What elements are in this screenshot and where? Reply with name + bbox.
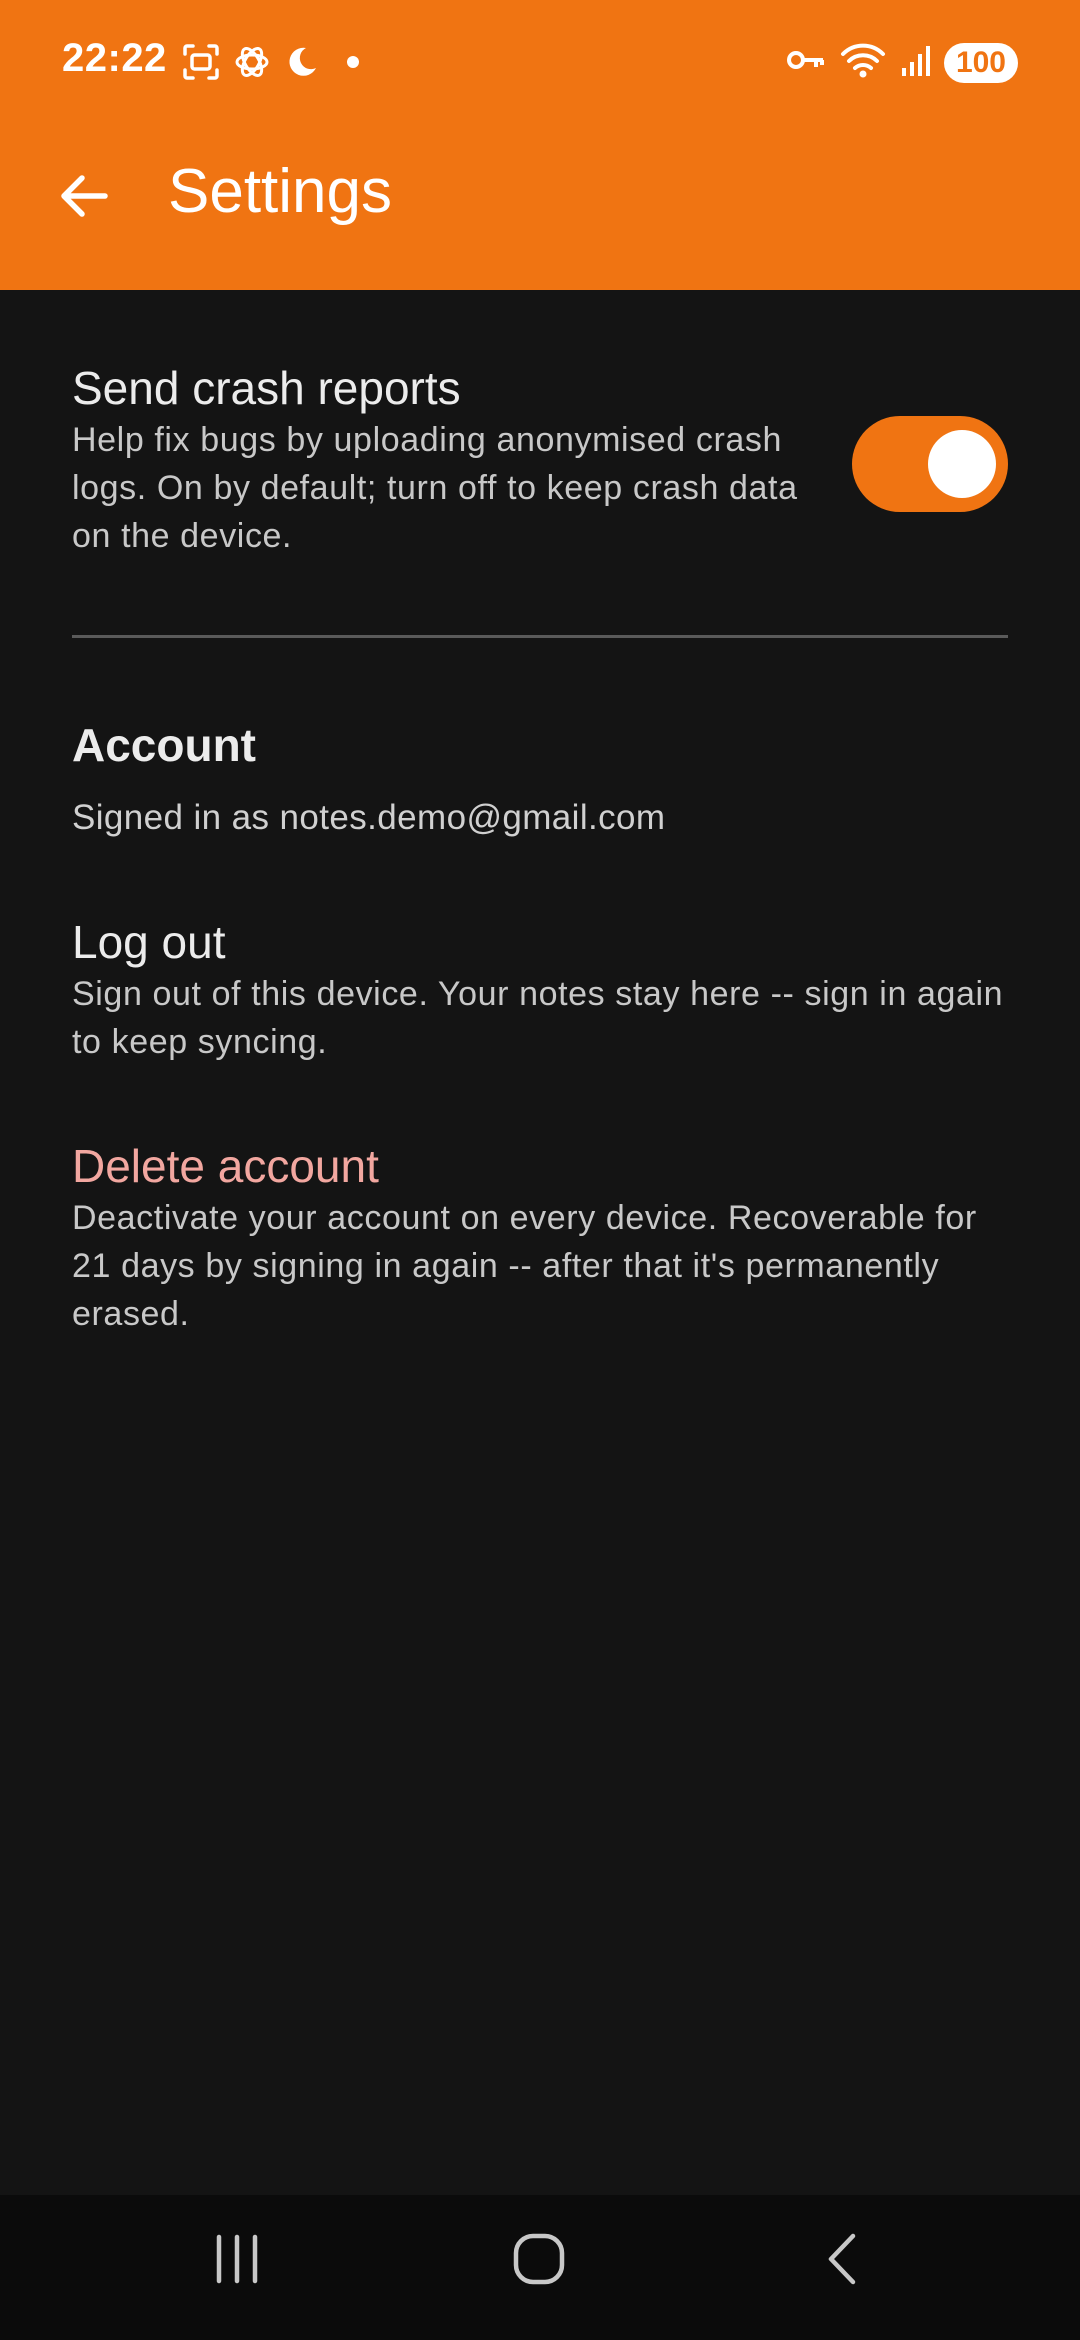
signal-icon bbox=[900, 42, 930, 83]
logout-description: Sign out of this device. Your notes stay… bbox=[72, 975, 1004, 1061]
system-nav-bar bbox=[0, 2195, 1080, 2340]
toolbar: Settings bbox=[0, 140, 1080, 250]
arrow-left-icon bbox=[57, 169, 111, 228]
logout-title: Log out bbox=[72, 916, 226, 968]
page-title: Settings bbox=[168, 157, 393, 226]
home-icon bbox=[511, 2231, 567, 2292]
back-icon bbox=[815, 2231, 871, 2292]
status-notification-icons bbox=[182, 42, 360, 87]
delete-account-item[interactable]: Delete account Deactivate your account o… bbox=[72, 1138, 1008, 1338]
recents-button[interactable] bbox=[182, 2221, 292, 2301]
divider bbox=[72, 635, 1008, 638]
key-icon bbox=[786, 46, 826, 79]
logout-item[interactable]: Log out Sign out of this device. Your no… bbox=[72, 914, 1008, 1066]
wifi-icon bbox=[840, 40, 886, 85]
signed-in-text: Signed in as notes.demo@gmail.com bbox=[72, 798, 666, 837]
dot-icon bbox=[346, 55, 360, 74]
crash-reports-title: Send crash reports bbox=[72, 362, 461, 414]
delete-account-description: Deactivate your account on every device.… bbox=[72, 1199, 977, 1333]
status-time: 22:22 bbox=[62, 36, 167, 80]
back-button[interactable] bbox=[46, 160, 122, 236]
toggle-knob bbox=[928, 430, 996, 498]
home-button[interactable] bbox=[484, 2221, 594, 2301]
moon-icon bbox=[284, 44, 320, 85]
status-bar: 22:22 100 bbox=[0, 0, 1080, 120]
crash-reports-description: Help fix bugs by uploading anonymised cr… bbox=[72, 421, 798, 555]
account-section-header: Account bbox=[72, 719, 256, 771]
app-bar: 22:22 100 Settings bbox=[0, 0, 1080, 290]
battery-icon: 100 bbox=[943, 42, 1018, 83]
delete-account-title: Delete account bbox=[72, 1140, 379, 1192]
crash-reports-toggle[interactable] bbox=[852, 416, 1008, 512]
nav-back-button[interactable] bbox=[788, 2221, 898, 2301]
screenshot-icon bbox=[182, 43, 220, 86]
recents-icon bbox=[209, 2231, 265, 2292]
chatgpt-icon bbox=[232, 42, 272, 87]
status-system-icons: 100 bbox=[786, 40, 1018, 85]
